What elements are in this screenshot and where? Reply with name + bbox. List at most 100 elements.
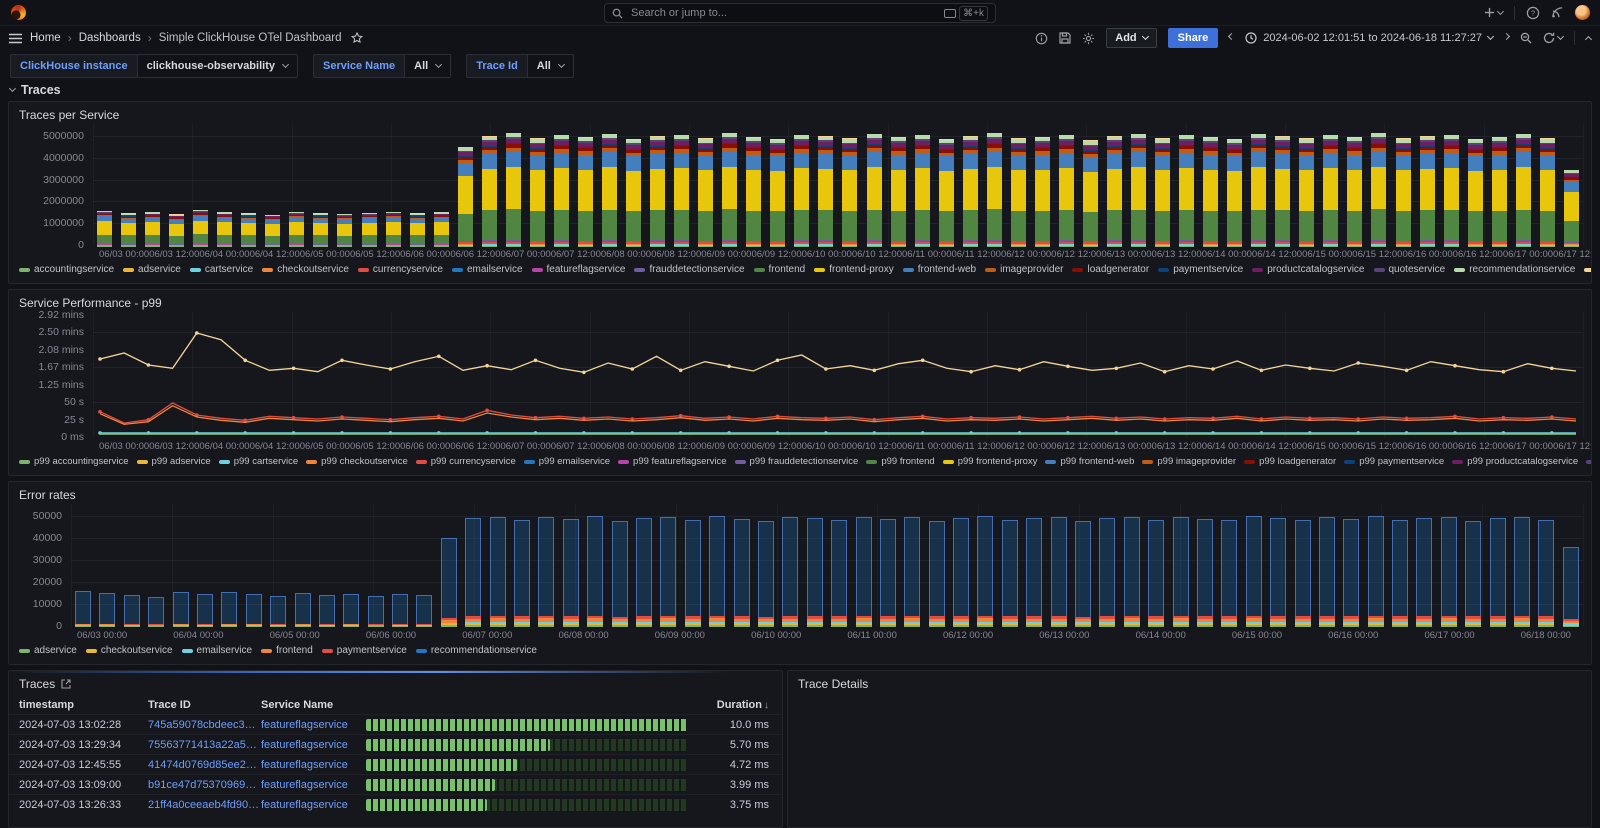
bar[interactable] xyxy=(1420,136,1435,246)
bar[interactable] xyxy=(929,521,945,627)
bar[interactable] xyxy=(121,213,136,246)
legend-item-adservice[interactable]: adservice xyxy=(19,645,77,656)
panel-title[interactable]: Error rates xyxy=(9,482,1591,504)
bar[interactable] xyxy=(563,519,579,627)
news-icon[interactable] xyxy=(1551,6,1564,19)
bar[interactable] xyxy=(770,139,785,246)
time-shift-forward-icon[interactable] xyxy=(1504,37,1509,39)
bar[interactable] xyxy=(99,593,115,627)
bar[interactable] xyxy=(1059,135,1074,246)
panel-title[interactable]: Trace Details xyxy=(788,671,1591,693)
cell-trace-id-link[interactable]: 745a59078cbdeec39b7... xyxy=(148,719,261,731)
bar[interactable] xyxy=(1197,519,1213,627)
bar[interactable] xyxy=(880,519,896,627)
bar[interactable] xyxy=(915,135,930,246)
bar[interactable] xyxy=(217,212,232,246)
cell-trace-id-link[interactable]: 21ff4a0ceeaeb4fd90af0... xyxy=(148,799,261,811)
bar[interactable] xyxy=(97,211,112,246)
zoom-out-icon[interactable] xyxy=(1520,32,1532,44)
bar[interactable] xyxy=(1514,517,1530,627)
bar[interactable] xyxy=(1227,139,1242,246)
bar[interactable] xyxy=(343,594,359,627)
legend-item-productcatalogservice[interactable]: productcatalogservice xyxy=(1252,264,1364,275)
bar[interactable] xyxy=(963,136,978,246)
help-icon[interactable]: ? xyxy=(1526,6,1540,20)
bar[interactable] xyxy=(650,136,665,246)
bar[interactable] xyxy=(362,213,377,246)
bar[interactable] xyxy=(1002,520,1018,627)
legend-item-shippingservice[interactable]: shippingservice xyxy=(1584,264,1591,275)
legend-item-p99 featureflagservice[interactable]: p99 featureflagservice xyxy=(618,456,726,467)
save-icon[interactable] xyxy=(1059,32,1071,44)
bar[interactable] xyxy=(434,212,449,246)
bar[interactable] xyxy=(1371,133,1386,246)
bar[interactable] xyxy=(392,594,408,627)
bar[interactable] xyxy=(1275,136,1290,246)
settings-icon[interactable] xyxy=(1082,32,1095,45)
legend-item-p99 accountingservice[interactable]: p99 accountingservice xyxy=(19,456,129,467)
service-name-label[interactable]: Service Name xyxy=(313,54,404,78)
bar[interactable] xyxy=(221,592,237,627)
bar[interactable] xyxy=(818,136,833,246)
bar[interactable] xyxy=(1011,138,1026,246)
legend-item-p99 checkoutservice[interactable]: p99 checkoutservice xyxy=(306,456,408,467)
cell-service-link[interactable]: featureflagservice xyxy=(261,799,364,811)
legend-item-p99 emailservice[interactable]: p99 emailservice xyxy=(524,456,610,467)
legend-item-recommendationservice[interactable]: recommendationservice xyxy=(416,645,537,656)
breadcrumb-dashboards[interactable]: Dashboards xyxy=(79,32,141,44)
cell-service-link[interactable]: featureflagservice xyxy=(261,719,364,731)
bar[interactable] xyxy=(709,516,725,627)
legend-item-currencyservice[interactable]: currencyservice xyxy=(358,264,443,275)
search-input[interactable] xyxy=(629,6,938,20)
bar[interactable] xyxy=(1075,521,1091,627)
legend-item-frontend[interactable]: frontend xyxy=(261,645,313,656)
legend-item-p99 frontend-proxy[interactable]: p99 frontend-proxy xyxy=(943,456,1038,467)
bar[interactable] xyxy=(1246,516,1262,627)
bar[interactable] xyxy=(1465,521,1481,627)
bar[interactable] xyxy=(939,139,954,246)
legend-item-cartservice[interactable]: cartservice xyxy=(190,264,253,275)
menu-icon[interactable] xyxy=(9,33,22,44)
bar[interactable] xyxy=(1270,518,1286,627)
bar[interactable] xyxy=(319,595,335,627)
bar[interactable] xyxy=(1516,134,1531,246)
bar[interactable] xyxy=(538,517,554,627)
bar[interactable] xyxy=(891,137,906,246)
bar[interactable] xyxy=(270,596,286,627)
bar[interactable] xyxy=(1221,520,1237,627)
bar[interactable] xyxy=(197,594,213,627)
breadcrumb-home[interactable]: Home xyxy=(30,32,61,44)
external-link-icon[interactable] xyxy=(61,679,71,689)
col-service-name[interactable]: Service Name xyxy=(261,699,364,711)
bar[interactable] xyxy=(698,138,713,246)
bar[interactable] xyxy=(193,210,208,246)
bar[interactable] xyxy=(416,595,432,627)
legend-item-p99 paymentservice[interactable]: p99 paymentservice xyxy=(1344,456,1444,467)
legend-item-emailservice[interactable]: emailservice xyxy=(452,264,523,275)
share-button[interactable]: Share xyxy=(1168,28,1219,48)
bar[interactable] xyxy=(1299,138,1314,246)
bar[interactable] xyxy=(1051,517,1067,627)
clickhouse-instance-select[interactable]: clickhouse-observability xyxy=(137,54,298,78)
add-button[interactable]: Add xyxy=(1106,28,1156,48)
bar[interactable] xyxy=(1295,520,1311,627)
bar[interactable] xyxy=(1441,517,1457,627)
panel-title[interactable]: Traces per Service xyxy=(9,102,1591,124)
cell-trace-id-link[interactable]: 41474d0769d85ee2828... xyxy=(148,759,261,771)
legend-item-p99 adservice[interactable]: p99 adservice xyxy=(137,456,211,467)
bar[interactable] xyxy=(660,517,676,627)
bar[interactable] xyxy=(458,147,473,246)
bar[interactable] xyxy=(1203,137,1218,246)
legend-item-recommendationservice[interactable]: recommendationservice xyxy=(1454,264,1575,275)
legend-item-p99 imageprovider[interactable]: p99 imageprovider xyxy=(1142,456,1236,467)
col-duration[interactable]: Duration↓ xyxy=(698,699,774,711)
bar[interactable] xyxy=(1124,517,1140,627)
bar[interactable] xyxy=(587,516,603,627)
legend-item-accountingservice[interactable]: accountingservice xyxy=(19,264,114,275)
time-range-picker[interactable]: 2024-06-02 12:01:51 to 2024-06-18 11:27:… xyxy=(1245,32,1493,44)
bar[interactable] xyxy=(1444,135,1459,246)
bar[interactable] xyxy=(612,521,628,627)
star-icon[interactable] xyxy=(351,32,363,44)
bar[interactable] xyxy=(265,215,280,246)
bar[interactable] xyxy=(148,597,164,627)
